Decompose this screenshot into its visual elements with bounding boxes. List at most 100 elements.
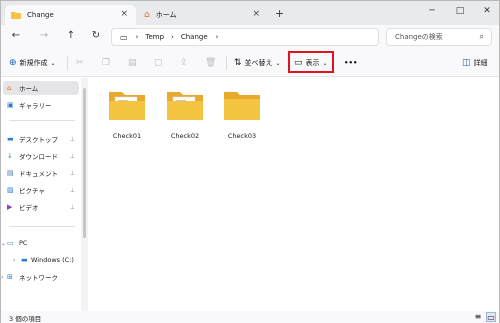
large-icons-view-button[interactable]: ▭ — [486, 312, 496, 322]
folder-icon — [167, 92, 203, 120]
details-pane-icon: ◫ — [462, 58, 471, 68]
rename-button[interactable]: ▢ — [154, 55, 166, 71]
folder-icon — [224, 92, 260, 120]
paste-icon: ▤ — [128, 58, 137, 68]
home-icon: ⌂ — [7, 84, 12, 92]
cut-button[interactable]: ✂ — [76, 55, 87, 71]
monitor-icon: ▭ — [120, 32, 128, 42]
rename-icon: ▢ — [154, 58, 163, 68]
sidebar-item-pc[interactable]: ⌄ ▭ PC — [1, 236, 79, 250]
chevron-down-icon: ⌄ — [275, 59, 281, 67]
file-name: Check01 — [112, 132, 142, 140]
details-button[interactable]: ◫ 詳細 — [462, 55, 488, 71]
item-count: 3 個の項目 — [9, 315, 42, 323]
sort-label: 並べ替え — [244, 59, 273, 67]
share-icon: ⇪ — [180, 58, 188, 68]
tab-change[interactable]: Change × — [5, 5, 136, 25]
breadcrumb-temp[interactable]: Temp — [145, 33, 164, 41]
address-bar[interactable]: ▭ › Temp › Change › — [111, 28, 379, 46]
pin-icon[interactable]: ⊥ — [70, 153, 75, 160]
file-item[interactable]: Check01 — [99, 84, 155, 148]
pictures-icon: ▨ — [7, 186, 14, 194]
sidebar-item-gallery[interactable]: ▣ ギャラリー — [3, 98, 79, 112]
forward-button[interactable]: → — [37, 30, 51, 41]
chevron-right-icon[interactable]: › — [1, 274, 3, 281]
delete-button[interactable]: 🗑 — [205, 55, 219, 71]
copy-button[interactable]: ❐ — [102, 55, 113, 71]
breadcrumb-change[interactable]: Change — [181, 33, 208, 41]
sidebar-item-network[interactable]: › ⊞ ネットワーク — [1, 270, 79, 284]
document-icon: ▤ — [7, 169, 14, 177]
sidebar-item-downloads[interactable]: ↓ ダウンロード ⊥ — [3, 149, 79, 163]
close-tab-icon[interactable]: × — [252, 9, 260, 19]
chevron-right-icon: › — [215, 33, 219, 41]
file-view: Check01 Check02 Check03 — [89, 78, 499, 311]
chevron-right-icon: › — [171, 33, 174, 41]
minimize-button[interactable]: ─ — [422, 6, 442, 16]
refresh-button[interactable]: ↻ — [89, 30, 103, 41]
tab-home[interactable]: ⌂ ホーム × — [138, 5, 268, 25]
search-input[interactable]: Changeの検索 — [395, 32, 443, 42]
sidebar-item-windows-drive[interactable]: › ▬ Windows (C:) — [3, 253, 79, 267]
tab-label: ホーム — [155, 11, 177, 19]
sidebar-item-label: ピクチャ — [19, 187, 45, 195]
sidebar-scrollbar[interactable] — [81, 78, 88, 311]
trash-icon: 🗑 — [205, 58, 217, 68]
pin-icon[interactable]: ⊥ — [70, 204, 75, 211]
more-icon: ••• — [344, 59, 358, 67]
details-label: 詳細 — [473, 59, 488, 67]
details-view-button[interactable]: ≡ — [473, 312, 483, 322]
status-bar: 3 個の項目 ≡ ▭ — [1, 311, 499, 323]
pin-icon[interactable]: ⊥ — [70, 170, 75, 177]
chevron-down-icon[interactable]: ⌄ — [1, 240, 6, 247]
sidebar-item-label: Windows (C:) — [31, 256, 74, 264]
file-item[interactable]: Check03 — [214, 84, 270, 148]
back-button[interactable]: ← — [9, 30, 23, 41]
scrollbar-thumb[interactable] — [83, 88, 86, 238]
new-button[interactable]: ⊕ 新規作成 ⌄ — [9, 55, 56, 71]
folder-icon — [11, 12, 21, 19]
up-button[interactable]: ↑ — [64, 30, 78, 41]
navigation-pane: ⌂ ホーム ▣ ギャラリー ▬ デスクトップ ⊥ ↓ ダウンロード ⊥ ▤ ドキ… — [1, 78, 81, 311]
pc-icon: ▭ — [7, 239, 14, 247]
maximize-button[interactable]: □ — [450, 6, 470, 16]
close-window-button[interactable]: ✕ — [477, 6, 497, 16]
paste-button[interactable]: ▤ — [128, 55, 140, 71]
file-name: Check03 — [227, 132, 257, 140]
more-options-button[interactable]: ••• — [344, 55, 357, 71]
explorer-window: Change × ⌂ ホーム × + ─ □ ✕ ← → ↑ ↻ ▭ › Tem… — [0, 0, 500, 323]
file-name: Check02 — [170, 132, 200, 140]
close-tab-icon[interactable]: × — [120, 9, 128, 19]
sidebar-item-documents[interactable]: ▤ ドキュメント ⊥ — [3, 166, 79, 180]
search-icon: ⌕ — [479, 32, 484, 41]
pin-icon[interactable]: ⊥ — [70, 136, 75, 143]
pin-icon[interactable]: ⊥ — [70, 187, 75, 194]
new-tab-button[interactable]: + — [275, 7, 284, 20]
gallery-icon: ▣ — [7, 101, 14, 109]
video-icon: ▶ — [7, 203, 13, 211]
share-button[interactable]: ⇪ — [180, 55, 191, 71]
download-icon: ↓ — [7, 152, 13, 160]
search-box[interactable]: Changeの検索 ⌕ — [386, 28, 492, 46]
sidebar-divider — [9, 226, 75, 227]
chevron-right-icon[interactable]: › — [13, 257, 15, 264]
sidebar-item-pictures[interactable]: ▨ ピクチャ ⊥ — [3, 183, 79, 197]
sidebar-item-desktop[interactable]: ▬ デスクトップ ⊥ — [3, 132, 79, 146]
network-icon: ⊞ — [7, 273, 13, 281]
toolbar-divider — [226, 56, 227, 70]
home-icon: ⌂ — [144, 10, 150, 20]
sidebar-item-label: ダウンロード — [19, 153, 58, 161]
file-item[interactable]: Check02 — [157, 84, 213, 148]
sidebar-item-videos[interactable]: ▶ ビデオ ⊥ — [3, 200, 79, 214]
sidebar-item-label: PC — [19, 239, 28, 247]
sort-button[interactable]: ⇅ 並べ替え ⌄ — [234, 55, 281, 71]
sidebar-item-home[interactable]: ⌂ ホーム — [3, 81, 79, 95]
toolbar-divider — [67, 56, 68, 70]
command-bar: ⊕ 新規作成 ⌄ ✂ ❐ ▤ ▢ ⇪ 🗑 ⇅ 並べ替え ⌄ ▭ 表示 ⌄ •••… — [1, 49, 499, 77]
desktop-icon: ▬ — [7, 135, 14, 143]
tab-label: Change — [27, 11, 54, 19]
sidebar-divider — [9, 120, 75, 121]
chevron-right-icon: › — [135, 33, 139, 41]
sidebar-item-label: ネットワーク — [19, 274, 58, 282]
view-button-highlight — [288, 51, 334, 73]
